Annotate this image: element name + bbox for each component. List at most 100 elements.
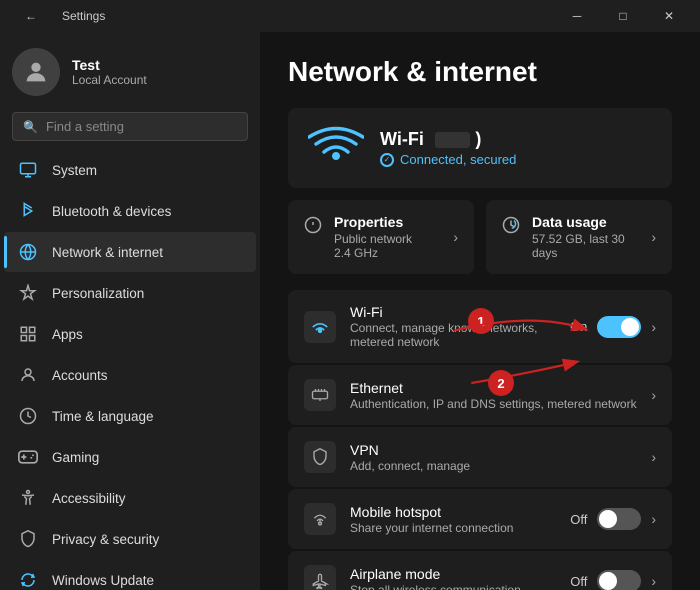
close-button[interactable]: ✕: [646, 0, 692, 32]
app-body: Test Local Account 🔍 System Bluetooth & …: [0, 32, 700, 590]
sidebar-item-label: System: [52, 163, 97, 178]
wifi-toggle-label: On: [570, 319, 587, 334]
wifi-large-icon: [308, 124, 364, 172]
properties-body: Properties Public network 2.4 GHz: [334, 214, 441, 260]
airplane-row-sub: Stop all wireless communication: [350, 583, 556, 590]
ethernet-row-right: ›: [651, 387, 656, 403]
sidebar-item-label: Apps: [52, 327, 83, 342]
wifi-toggle[interactable]: [597, 316, 641, 338]
vpn-row-icon: [304, 441, 336, 473]
time-icon: [18, 406, 38, 426]
hotspot-row-sub: Share your internet connection: [350, 521, 556, 535]
sidebar-item-system[interactable]: System: [4, 150, 256, 190]
properties-title: Properties: [334, 214, 441, 230]
personalization-icon: [18, 283, 38, 303]
sidebar-item-personalization[interactable]: Personalization: [4, 273, 256, 313]
ethernet-row-icon: [304, 379, 336, 411]
wifi-row-right: On ›: [570, 316, 656, 338]
accessibility-icon: [18, 488, 38, 508]
ethernet-row-arrow: ›: [651, 387, 656, 403]
properties-sub1: Public network: [334, 232, 441, 246]
hotspot-row-right: Off ›: [570, 508, 656, 530]
network-icon: [18, 242, 38, 262]
avatar: [12, 48, 60, 96]
sidebar-item-bluetooth[interactable]: Bluetooth & devices: [4, 191, 256, 231]
user-account-type: Local Account: [72, 73, 147, 87]
properties-card[interactable]: Properties Public network 2.4 GHz ›: [288, 200, 474, 274]
settings-row-hotspot[interactable]: Mobile hotspot Share your internet conne…: [288, 489, 672, 549]
wifi-row-body: Wi-Fi Connect, manage known networks, me…: [350, 304, 556, 349]
vpn-row-title: VPN: [350, 442, 637, 458]
sidebar-item-label: Bluetooth & devices: [52, 204, 171, 219]
sidebar-item-privacy[interactable]: Privacy & security: [4, 519, 256, 559]
sidebar-item-network[interactable]: Network & internet: [4, 232, 256, 272]
hotspot-row-title: Mobile hotspot: [350, 504, 556, 520]
data-usage-card[interactable]: Data usage 57.52 GB, last 30 days ›: [486, 200, 672, 274]
main-content: Network & internet Wi-Fi ) ✓: [260, 32, 700, 590]
back-button[interactable]: ←: [8, 0, 54, 32]
settings-list: Wi-Fi Connect, manage known networks, me…: [288, 290, 672, 590]
update-icon: [18, 570, 38, 590]
user-info: Test Local Account: [72, 57, 147, 87]
properties-icon: [304, 216, 322, 239]
vpn-row-body: VPN Add, connect, manage: [350, 442, 637, 473]
toggle-thumb: [599, 572, 617, 590]
airplane-toggle-label: Off: [570, 574, 587, 589]
wifi-row-icon: [304, 311, 336, 343]
airplane-row-body: Airplane mode Stop all wireless communic…: [350, 566, 556, 590]
search-box[interactable]: 🔍: [12, 112, 248, 141]
settings-row-ethernet[interactable]: Ethernet Authentication, IP and DNS sett…: [288, 365, 672, 425]
properties-sub2: 2.4 GHz: [334, 246, 441, 260]
sidebar: Test Local Account 🔍 System Bluetooth & …: [0, 32, 260, 590]
minimize-button[interactable]: ─: [554, 0, 600, 32]
hotspot-row-icon: [304, 503, 336, 535]
page-title: Network & internet: [288, 56, 672, 88]
titlebar-title: Settings: [62, 9, 105, 23]
hotspot-toggle[interactable]: [597, 508, 641, 530]
vpn-row-right: ›: [651, 449, 656, 465]
sidebar-item-label: Windows Update: [52, 573, 154, 588]
sidebar-item-label: Network & internet: [52, 245, 163, 260]
apps-icon: [18, 324, 38, 344]
toggle-thumb: [599, 510, 617, 528]
sidebar-nav: System Bluetooth & devices Network & int…: [0, 149, 260, 590]
maximize-button[interactable]: □: [600, 0, 646, 32]
search-input[interactable]: [46, 119, 237, 134]
sidebar-item-accessibility[interactable]: Accessibility: [4, 478, 256, 518]
data-usage-arrow: ›: [651, 229, 656, 245]
wifi-row-title: Wi-Fi: [350, 304, 556, 320]
airplane-toggle[interactable]: [597, 570, 641, 590]
properties-arrow: ›: [453, 229, 458, 245]
sidebar-item-label: Personalization: [52, 286, 144, 301]
info-cards-row: Properties Public network 2.4 GHz › Data…: [288, 200, 672, 274]
user-profile[interactable]: Test Local Account: [0, 32, 260, 108]
wifi-status-card[interactable]: Wi-Fi ) ✓ Connected, secured: [288, 108, 672, 188]
wifi-connected-status: ✓ Connected, secured: [380, 152, 652, 167]
data-usage-title: Data usage: [532, 214, 639, 230]
sidebar-item-label: Gaming: [52, 450, 99, 465]
sidebar-item-accounts[interactable]: Accounts: [4, 355, 256, 395]
hotspot-row-arrow: ›: [651, 511, 656, 527]
wifi-row-sub: Connect, manage known networks, metered …: [350, 321, 556, 349]
ethernet-row-sub: Authentication, IP and DNS settings, met…: [350, 397, 637, 411]
gaming-icon: [18, 447, 38, 467]
hotspot-toggle-label: Off: [570, 512, 587, 527]
settings-row-vpn[interactable]: VPN Add, connect, manage ›: [288, 427, 672, 487]
settings-row-airplane[interactable]: Airplane mode Stop all wireless communic…: [288, 551, 672, 590]
airplane-row-right: Off ›: [570, 570, 656, 590]
airplane-row-icon: [304, 565, 336, 590]
sidebar-item-apps[interactable]: Apps: [4, 314, 256, 354]
airplane-row-arrow: ›: [651, 573, 656, 589]
sidebar-item-update[interactable]: Windows Update: [4, 560, 256, 590]
sidebar-item-gaming[interactable]: Gaming: [4, 437, 256, 477]
connected-indicator: ✓: [380, 153, 394, 167]
vpn-row-sub: Add, connect, manage: [350, 459, 637, 473]
sidebar-item-label: Time & language: [52, 409, 154, 424]
sidebar-item-time[interactable]: Time & language: [4, 396, 256, 436]
system-icon: [18, 160, 38, 180]
settings-list-wrapper: 1 2: [288, 290, 672, 590]
bluetooth-icon: [18, 201, 38, 221]
wifi-network-name: Wi-Fi ): [380, 129, 652, 150]
airplane-row-title: Airplane mode: [350, 566, 556, 582]
annotation-1: 1: [468, 308, 494, 334]
